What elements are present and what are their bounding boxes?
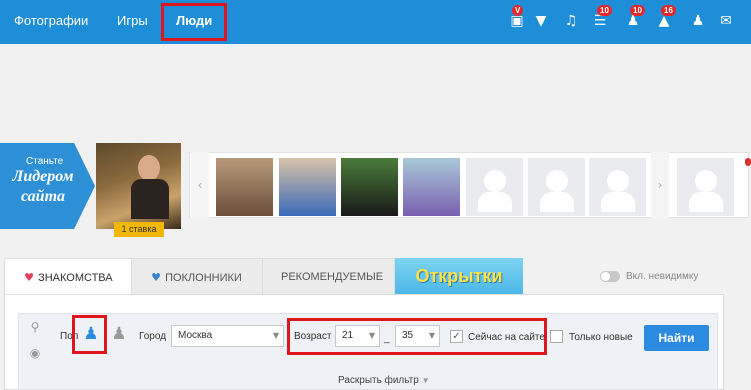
carousel-prev-icon[interactable]: ‹ (191, 152, 209, 218)
globe-icon[interactable]: ◉ (24, 346, 46, 364)
music-icon[interactable]: ♫ (563, 13, 579, 29)
new-only-checkbox[interactable] (550, 330, 563, 343)
user-thumb[interactable] (279, 158, 336, 216)
user-thumb[interactable] (677, 158, 734, 216)
invisible-toggle[interactable] (600, 271, 620, 282)
new-only-label: Только новые (569, 332, 633, 343)
user-thumb[interactable] (589, 158, 646, 216)
chevron-down-icon: ▼ (421, 376, 430, 385)
expand-filter-link[interactable]: Раскрыть фильтр ▼ (338, 375, 430, 386)
stake-badge: 1 ставка (114, 222, 164, 237)
city-select[interactable]: Москва ▼ (171, 325, 284, 347)
age-to-select[interactable]: 35 ▼ (395, 325, 440, 347)
invisible-label: Вкл. невидимку (626, 271, 699, 282)
search-icon[interactable]: ⚲ (24, 320, 46, 338)
friends-badge: 10 (630, 5, 645, 16)
side-indicator (745, 158, 751, 166)
online-label: Сейчас на сайте (468, 332, 545, 343)
highlight-gender (72, 315, 107, 354)
city-label: Город (139, 331, 167, 342)
chevron-down-icon: ▼ (272, 331, 279, 340)
female-icon[interactable]: ♟ (108, 323, 130, 345)
user-thumb[interactable] (403, 158, 460, 216)
age-from-select[interactable]: 21 ▼ (335, 325, 380, 347)
user-icon[interactable]: ♟ (690, 13, 706, 29)
user-thumb[interactable] (528, 158, 585, 216)
user-thumb[interactable] (341, 158, 398, 216)
hearts-icon: ♥ (151, 271, 161, 284)
mail-icon[interactable]: ✉ (718, 13, 734, 29)
bell-badge: 16 (661, 5, 676, 16)
tab-cards[interactable]: Открытки (395, 258, 523, 294)
diamond-icon[interactable]: ▼ (533, 13, 549, 29)
user-thumb[interactable] (466, 158, 523, 216)
tab-recommended[interactable]: РЕКОМЕНДУЕМЫЕ (262, 258, 395, 295)
carousel-next-icon[interactable]: › (651, 152, 669, 218)
nav-games[interactable]: Игры (117, 13, 148, 28)
highlight-nav-people (161, 3, 227, 41)
find-button[interactable]: Найти (644, 325, 709, 351)
tab-dating[interactable]: ♥ ЗНАКОМСТВА (4, 258, 132, 295)
heart-icon: ♥ (24, 271, 34, 284)
age-separator: _ (384, 333, 390, 344)
leader-photo[interactable] (96, 143, 181, 229)
user-thumb[interactable] (216, 158, 273, 216)
chevron-down-icon: ▼ (368, 331, 375, 340)
nav-photos[interactable]: Фотографии (14, 13, 88, 28)
chevron-down-icon: ▼ (428, 331, 435, 340)
tab-fans[interactable]: ♥ ПОКЛОННИКИ (131, 258, 263, 295)
online-checkbox[interactable]: ✓ (450, 330, 463, 343)
leader-small-text: Станьте (26, 156, 64, 167)
leader-big-text: Лидером сайта (12, 168, 74, 205)
age-label: Возраст (294, 331, 332, 342)
list-badge: 10 (597, 5, 612, 16)
